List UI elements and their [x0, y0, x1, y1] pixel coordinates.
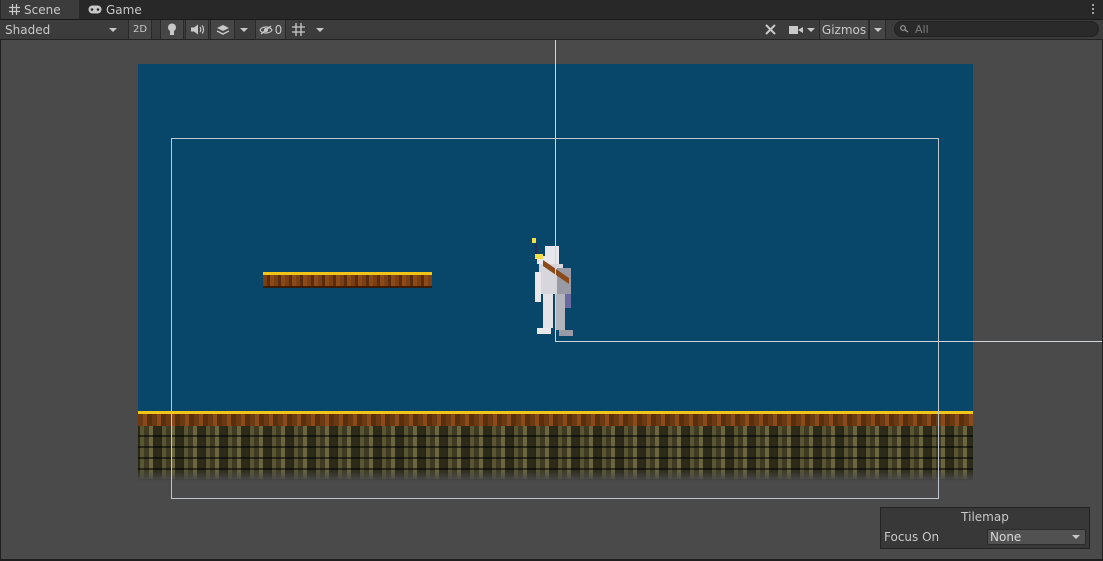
hidden-objects-count: 0: [274, 22, 283, 37]
scene-visibility-button[interactable]: 0: [255, 20, 286, 39]
grid-icon: [9, 4, 20, 15]
search-icon: [900, 25, 909, 33]
focus-on-label: Focus On: [884, 530, 940, 544]
tab-game-label: Game: [106, 2, 142, 17]
toggle-2d-button[interactable]: 2D: [128, 20, 152, 39]
more-options-icon[interactable]: [1091, 3, 1095, 16]
grid-snap-icon: [292, 23, 305, 36]
shading-mode-dropdown[interactable]: Shaded: [0, 20, 122, 39]
camera-icon: [789, 25, 803, 34]
tools-icon: [764, 24, 776, 35]
camera-settings-button[interactable]: [786, 20, 818, 39]
pivot-gizmo-vertical-line: [555, 40, 556, 342]
scene-viewport[interactable]: [1, 40, 1102, 559]
speaker-icon: [190, 24, 204, 35]
tab-game[interactable]: Game: [80, 0, 150, 19]
scene-toolbar: Shaded 2D 0 Gizmos: [0, 20, 1103, 40]
gamepad-icon: [88, 5, 102, 14]
lightbulb-icon: [168, 23, 176, 35]
gizmos-label: Gizmos: [821, 22, 867, 37]
chevron-down-icon: [240, 27, 248, 32]
tools-button[interactable]: [759, 20, 781, 39]
focus-on-dropdown[interactable]: None: [987, 529, 1086, 545]
tab-scene-label: Scene: [24, 2, 61, 17]
gizmos-button[interactable]: Gizmos: [819, 20, 869, 39]
layers-icon: [216, 24, 229, 35]
effects-dropdown[interactable]: [236, 20, 252, 39]
toggle-2d-label: 2D: [132, 24, 148, 35]
focus-on-value: None: [990, 530, 1022, 544]
chevron-down-icon: [807, 27, 815, 32]
chevron-down-icon: [873, 27, 882, 32]
grid-options-dropdown[interactable]: [312, 20, 328, 39]
effects-toggle-button[interactable]: [210, 20, 235, 39]
gizmos-dropdown[interactable]: [869, 20, 886, 39]
eye-hidden-icon: [259, 24, 273, 35]
overlay-title: Tilemap: [961, 510, 1009, 524]
search-field[interactable]: [894, 21, 1099, 37]
editor-tab-bar: Scene Game: [0, 0, 1103, 20]
audio-toggle-button[interactable]: [185, 20, 209, 39]
tab-scene[interactable]: Scene: [1, 0, 79, 19]
chevron-down-icon: [109, 27, 117, 32]
grid-snapping-button[interactable]: [289, 20, 309, 39]
chevron-down-icon: [316, 27, 324, 32]
tilemap-overlay-panel: Tilemap Focus On None: [880, 507, 1090, 549]
shading-mode-label: Shaded: [5, 22, 51, 37]
chevron-down-icon: [1072, 535, 1080, 539]
lighting-toggle-button[interactable]: [160, 20, 184, 39]
search-input[interactable]: [915, 22, 1085, 36]
pivot-gizmo-horizontal-line: [555, 341, 1102, 342]
